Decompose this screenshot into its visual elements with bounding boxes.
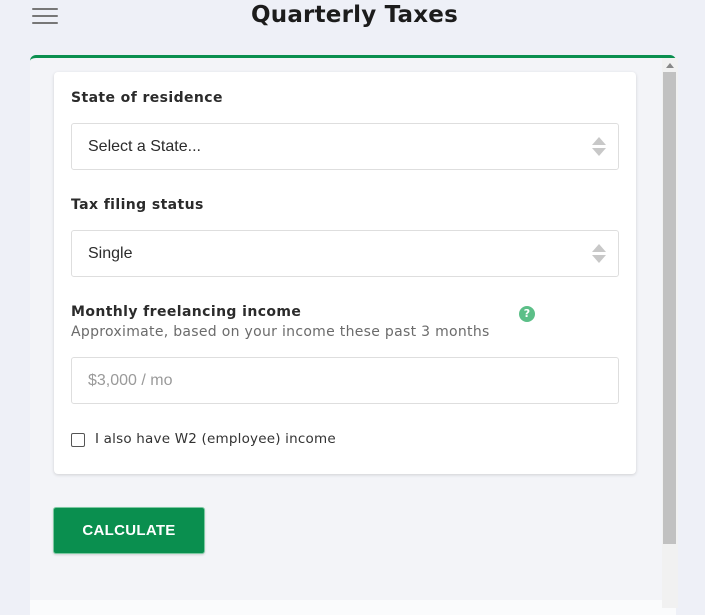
income-input[interactable] xyxy=(71,357,619,404)
state-label: State of residence xyxy=(71,90,223,106)
scroll-up-icon[interactable] xyxy=(666,63,674,68)
arrow-down-icon xyxy=(592,255,606,263)
state-select-value: Select a State... xyxy=(88,138,201,155)
arrow-down-icon xyxy=(592,148,606,156)
calculate-button[interactable]: CALCULATE xyxy=(53,507,205,554)
income-label: Monthly freelancing income xyxy=(71,304,302,320)
income-sublabel: Approximate, based on your income these … xyxy=(71,324,490,340)
form-card: State of residence Select a State... Tax… xyxy=(54,72,636,474)
scrollbar[interactable] xyxy=(662,58,678,608)
w2-checkbox-label[interactable]: I also have W2 (employee) income xyxy=(95,431,336,447)
arrow-up-icon xyxy=(592,244,606,252)
w2-checkbox[interactable] xyxy=(71,433,85,447)
filing-status-select[interactable]: Single xyxy=(71,230,619,277)
page-title: Quarterly Taxes xyxy=(251,2,458,28)
arrow-up-icon xyxy=(592,137,606,145)
select-arrows-icon xyxy=(592,244,606,264)
select-arrows-icon xyxy=(592,137,606,157)
filing-status-label: Tax filing status xyxy=(71,197,204,213)
scrollbar-thumb[interactable] xyxy=(663,72,676,544)
question-mark-icon[interactable]: ? xyxy=(519,306,535,322)
state-select[interactable]: Select a State... xyxy=(71,123,619,170)
filing-status-value: Single xyxy=(88,245,133,262)
calculator-panel: State of residence Select a State... Tax… xyxy=(30,55,676,615)
header: Quarterly Taxes xyxy=(0,0,705,40)
